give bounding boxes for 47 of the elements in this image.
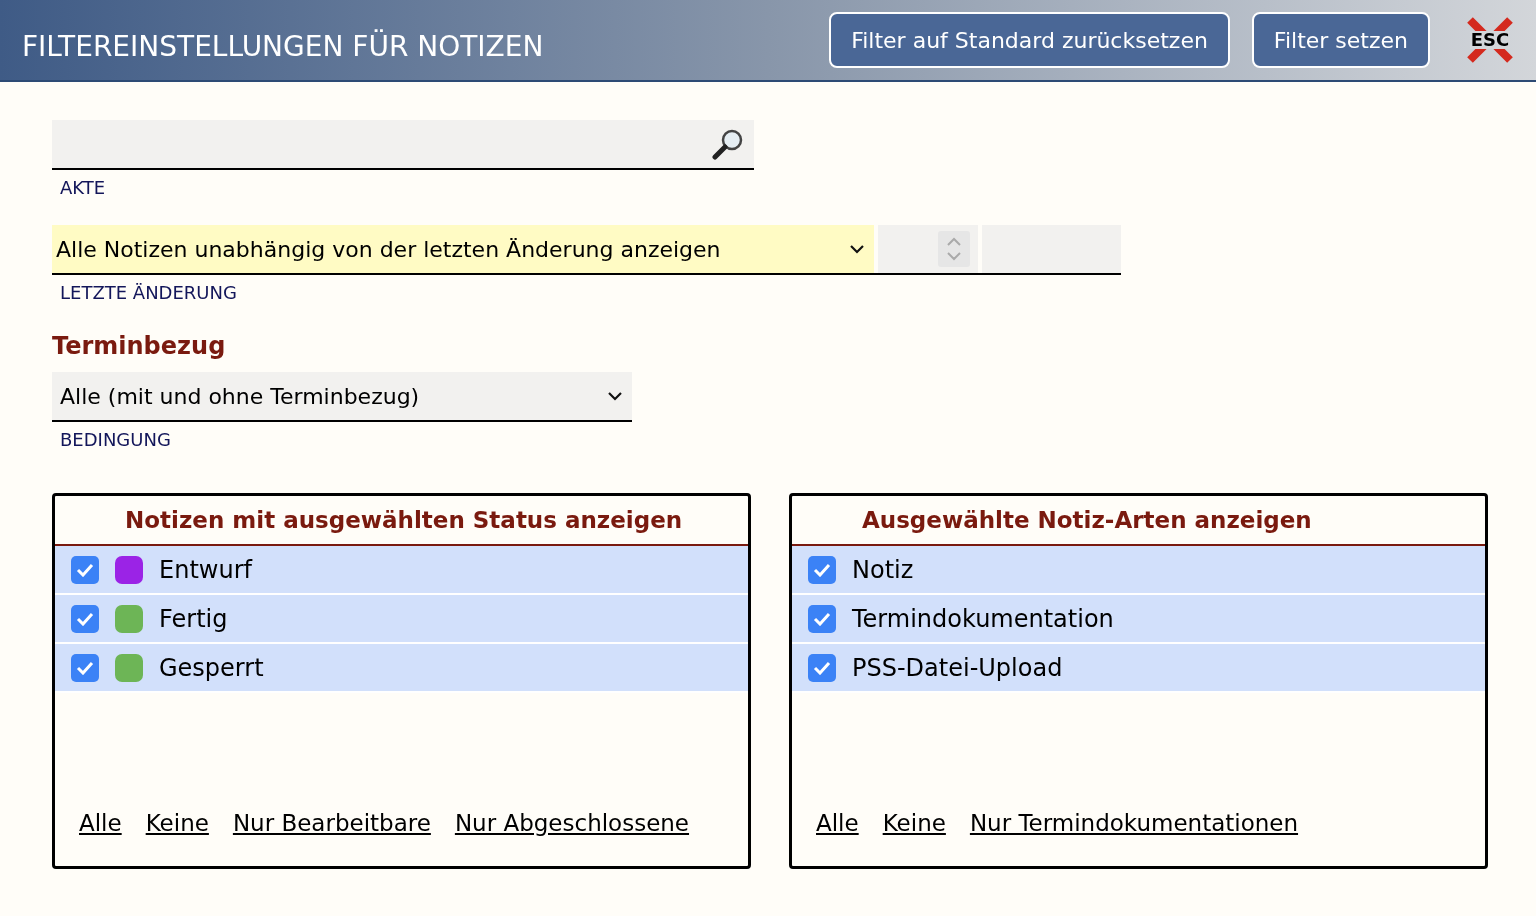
list-row[interactable]: Fertig (55, 595, 748, 644)
item-label: Notiz (852, 554, 914, 586)
check-icon (76, 660, 94, 675)
section-heading: Terminbezug (52, 331, 227, 362)
list-row[interactable]: Gesperrt (55, 644, 748, 693)
item-label: PSS-Datei-Upload (852, 652, 1063, 684)
field-label: LETZTE ÄNDERUNG (59, 281, 238, 305)
select-link[interactable]: Keine (882, 805, 946, 840)
date-input-field[interactable] (982, 225, 1121, 273)
letzte-aenderung-select[interactable]: Alle Notizen unabhängig von der letzten Änderung anzeigen (52, 225, 874, 273)
item-label: Gesperrt (159, 652, 264, 684)
check-icon (76, 562, 94, 577)
bedingung-select[interactable]: Alle (mit und ohne Terminbezug) (52, 372, 632, 422)
checkbox[interactable] (71, 604, 99, 633)
field-label: BEDINGUNG (59, 428, 172, 452)
header-button[interactable]: Filter setzen (1251, 12, 1430, 68)
spinner-arrows-icon (938, 231, 970, 267)
select-link[interactable]: Keine (145, 805, 209, 840)
select-link[interactable]: Alle (79, 805, 122, 840)
checkbox[interactable] (71, 555, 99, 584)
checkbox[interactable] (808, 653, 836, 682)
list-row[interactable]: PSS-Datei-Upload (792, 644, 1485, 693)
list-row[interactable]: Entwurf (55, 546, 748, 595)
header-button[interactable]: Filter auf Standard zurücksetzen (829, 12, 1230, 68)
checkbox[interactable] (71, 653, 99, 682)
check-icon (813, 660, 831, 675)
item-label: Entwurf (159, 554, 252, 586)
select-link[interactable]: Alle (816, 805, 859, 840)
item-label: Fertig (159, 603, 228, 635)
number-input-field[interactable] (878, 225, 978, 273)
check-icon (813, 562, 831, 577)
item-label: Termindokumentation (852, 603, 1114, 635)
checkbox[interactable] (808, 555, 836, 584)
chevron-down-icon (848, 243, 866, 255)
select-link[interactable]: Nur Abgeschlossene (454, 805, 690, 840)
select-link[interactable]: Nur Termindokumentationen (969, 805, 1299, 840)
chevron-down-icon (606, 390, 624, 402)
select-link[interactable]: Nur Bearbeitbare (232, 805, 431, 840)
akte-input-field[interactable] (52, 120, 754, 170)
check-icon (76, 611, 94, 626)
esc-close-button[interactable]: ESC (1464, 14, 1516, 66)
checkbox[interactable] (808, 604, 836, 633)
check-icon (813, 611, 831, 626)
list-row[interactable]: Termindokumentation (792, 595, 1485, 644)
list-row[interactable]: Notiz (792, 546, 1485, 595)
field-label: AKTE (59, 176, 107, 200)
window-title: FILTEREINSTELLUNGEN FÜR NOTIZEN (22, 28, 544, 65)
